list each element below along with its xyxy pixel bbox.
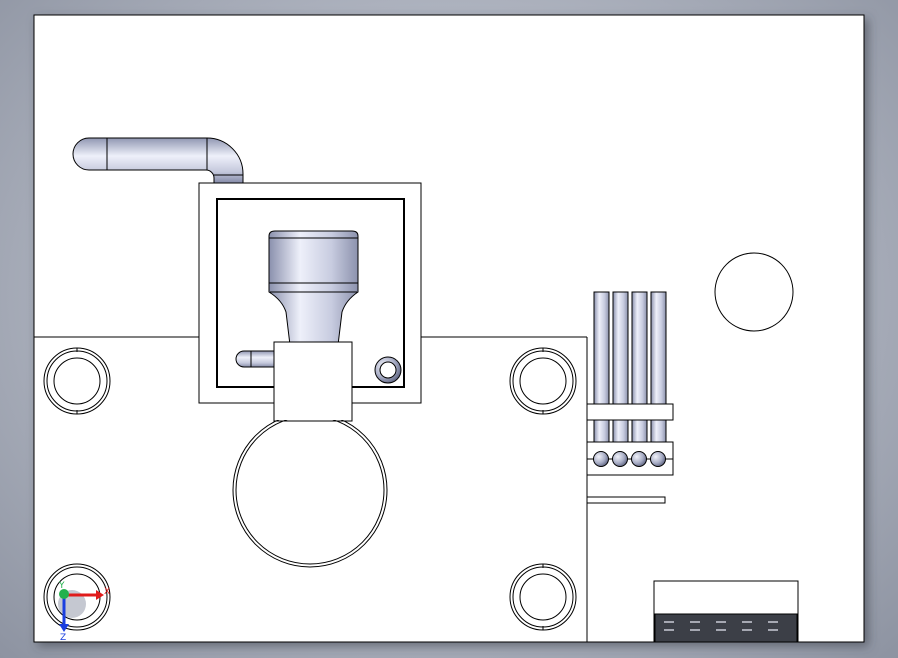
z-axis-label: Z — [60, 633, 66, 643]
y-axis-label: Y — [58, 581, 65, 591]
small-ring[interactable] — [374, 356, 402, 384]
connector-block[interactable] — [273, 341, 353, 422]
vent-grille[interactable] — [653, 580, 799, 643]
cad-viewport[interactable]: X Y Z — [0, 0, 898, 658]
side-pipe[interactable] — [235, 350, 277, 368]
drawing-canvas[interactable]: X Y Z — [0, 0, 898, 658]
x-axis-label: X — [104, 587, 110, 597]
